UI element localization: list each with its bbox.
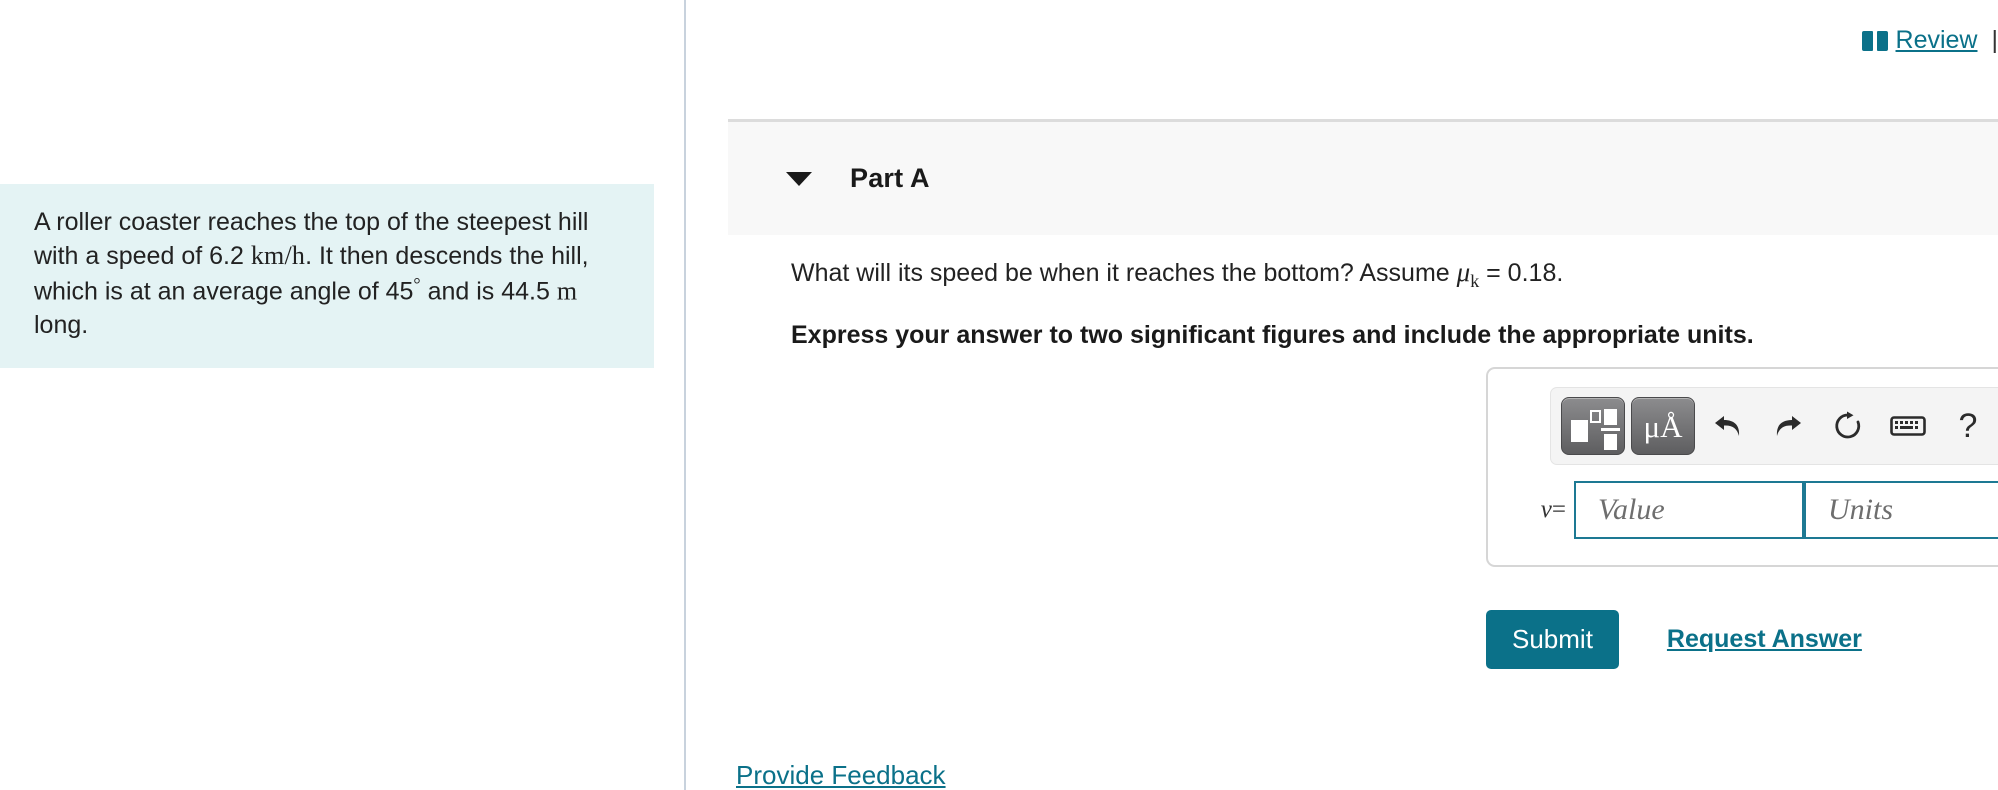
problem-page: A roller coaster reaches the top of the …: [0, 0, 1998, 790]
mu-symbol: μ: [1456, 257, 1471, 287]
reset-circular-arrow-icon[interactable]: [1821, 398, 1875, 454]
part-title: Part A: [850, 163, 930, 193]
question-prompt-text: What will its speed be when it reaches t…: [791, 259, 1450, 287]
part-a-header[interactable]: Part A: [728, 119, 1998, 235]
answer-panel: μÅ ? v= Value Units: [1486, 367, 1998, 567]
problem-text-line4a: 44.5: [501, 277, 550, 306]
math-template-button[interactable]: [1561, 397, 1625, 455]
question-prompt-value: = 0.18.: [1486, 259, 1564, 287]
submit-button[interactable]: Submit: [1486, 610, 1619, 669]
value-input[interactable]: [1574, 481, 1804, 539]
header-separator: |: [1991, 26, 1998, 54]
request-answer-link[interactable]: Request Answer: [1667, 625, 1862, 654]
micro-angstrom-icon: μÅ: [1643, 408, 1683, 444]
review-link[interactable]: Review: [1896, 26, 1978, 55]
variable-label: v=: [1540, 496, 1566, 523]
problem-statement-card: A roller coaster reaches the top of the …: [0, 184, 654, 368]
problem-text-line2a: with a speed of 6.2: [34, 242, 244, 270]
problem-text-line4b: long.: [34, 310, 89, 339]
problem-text-line2b: . It then descends the: [305, 242, 545, 270]
answer-actions-row: Submit Request Answer: [1486, 610, 1862, 669]
units-input[interactable]: [1804, 481, 1998, 539]
unit-meters: m: [556, 276, 578, 306]
problem-text-line3b: and is: [427, 277, 495, 306]
review-bar: Review |: [1861, 26, 1998, 55]
undo-arrow-icon[interactable]: [1701, 398, 1755, 454]
redo-arrow-icon[interactable]: [1761, 398, 1815, 454]
question-instruction: Express your answer to two significant f…: [791, 321, 1754, 350]
keyboard-icon[interactable]: [1881, 398, 1935, 454]
math-template-icon: [1562, 398, 1624, 454]
right-answer-pane: Review | Part A What will its speed be w…: [686, 0, 1998, 790]
question-prompt: What will its speed be when it reaches t…: [791, 255, 1971, 293]
caret-down-icon[interactable]: [786, 171, 812, 186]
mu-subscript: k: [1470, 271, 1480, 291]
units-symbol-button[interactable]: μÅ: [1631, 397, 1695, 455]
degree-symbol: °: [413, 274, 421, 295]
question-area: What will its speed be when it reaches t…: [791, 255, 1971, 352]
problem-text-line1: A roller coaster reaches the top of the …: [34, 208, 589, 236]
help-icon[interactable]: ?: [1941, 398, 1995, 454]
math-toolbar: μÅ ?: [1550, 387, 1998, 465]
book-icon: [1861, 30, 1888, 51]
left-problem-pane: A roller coaster reaches the top of the …: [0, 0, 684, 790]
answer-input-row: v=: [1508, 481, 1998, 539]
provide-feedback-link[interactable]: Provide Feedback: [736, 760, 946, 790]
unit-kilometers-per-hour: km/h: [250, 241, 306, 270]
